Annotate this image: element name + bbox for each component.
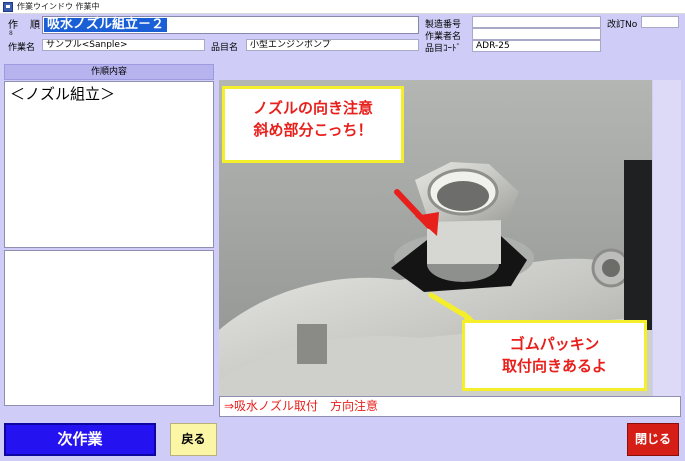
close-button[interactable]: 閉じる <box>627 423 679 456</box>
worker-name-field <box>472 28 601 40</box>
work-name-field: サンプル<Sanple> <box>42 39 205 51</box>
callout-top-line2: 斜め部分こっち！ <box>253 121 373 139</box>
nozzle-direction-callout: ノズルの向き注意 斜め部分こっち！ <box>222 86 404 163</box>
product-name-label: 品目名 <box>211 43 239 53</box>
right-margin-strip <box>653 80 681 406</box>
callout-bottom-line2: 取付向きあるよ <box>501 357 607 375</box>
step-title-field: 吸水ノズル組立－２ <box>42 16 419 34</box>
work-name-label: 作業名 <box>8 43 36 53</box>
callout-bottom-line1: ゴムパッキン <box>509 335 600 353</box>
gasket-direction-callout: ゴムパッキン 取付向きあるよ <box>462 320 647 391</box>
step-label-b: 順 <box>30 20 40 31</box>
step-content-panel: 作順内容 ＜ノズル組立＞ <box>4 64 214 406</box>
step-label-a: 作 <box>8 20 18 31</box>
product-code-field: ADR-25 <box>472 40 601 52</box>
revision-label: 改訂No <box>607 20 638 30</box>
app-icon <box>3 2 13 12</box>
step-notes-box <box>4 250 214 406</box>
photo-caption: ⇒吸水ノズル取付 方向注意 <box>219 396 681 417</box>
window-title: 作業ウインドウ 作業中 <box>17 2 100 11</box>
revision-field <box>641 16 679 28</box>
step-content-box: ＜ノズル組立＞ <box>4 81 214 248</box>
main-window: 作 順 8 吸水ノズル組立－２ 作業名 サンプル<Sanple> 品目名 小型エ… <box>0 14 685 461</box>
work-photo: ノズルの向き注意 斜め部分こっち！ ゴムパッキン 取付向きあるよ <box>219 80 652 406</box>
back-button[interactable]: 戻る <box>170 423 217 456</box>
callout-top-line1: ノズルの向き注意 <box>252 99 373 117</box>
step-content-header: 作順内容 <box>4 64 214 80</box>
step-title: 吸水ノズル組立－２ <box>44 18 168 32</box>
product-name-field: 小型エンジンポンプ <box>246 39 419 51</box>
product-code-label: 品目ｺｰﾄﾞ <box>425 44 462 54</box>
serial-number-field <box>472 16 601 28</box>
step-number: 8 <box>9 30 13 37</box>
title-bar: 作業ウインドウ 作業中 <box>0 0 685 14</box>
step-content-text: ＜ノズル組立＞ <box>10 85 116 103</box>
next-step-button[interactable]: 次作業 <box>4 423 156 456</box>
